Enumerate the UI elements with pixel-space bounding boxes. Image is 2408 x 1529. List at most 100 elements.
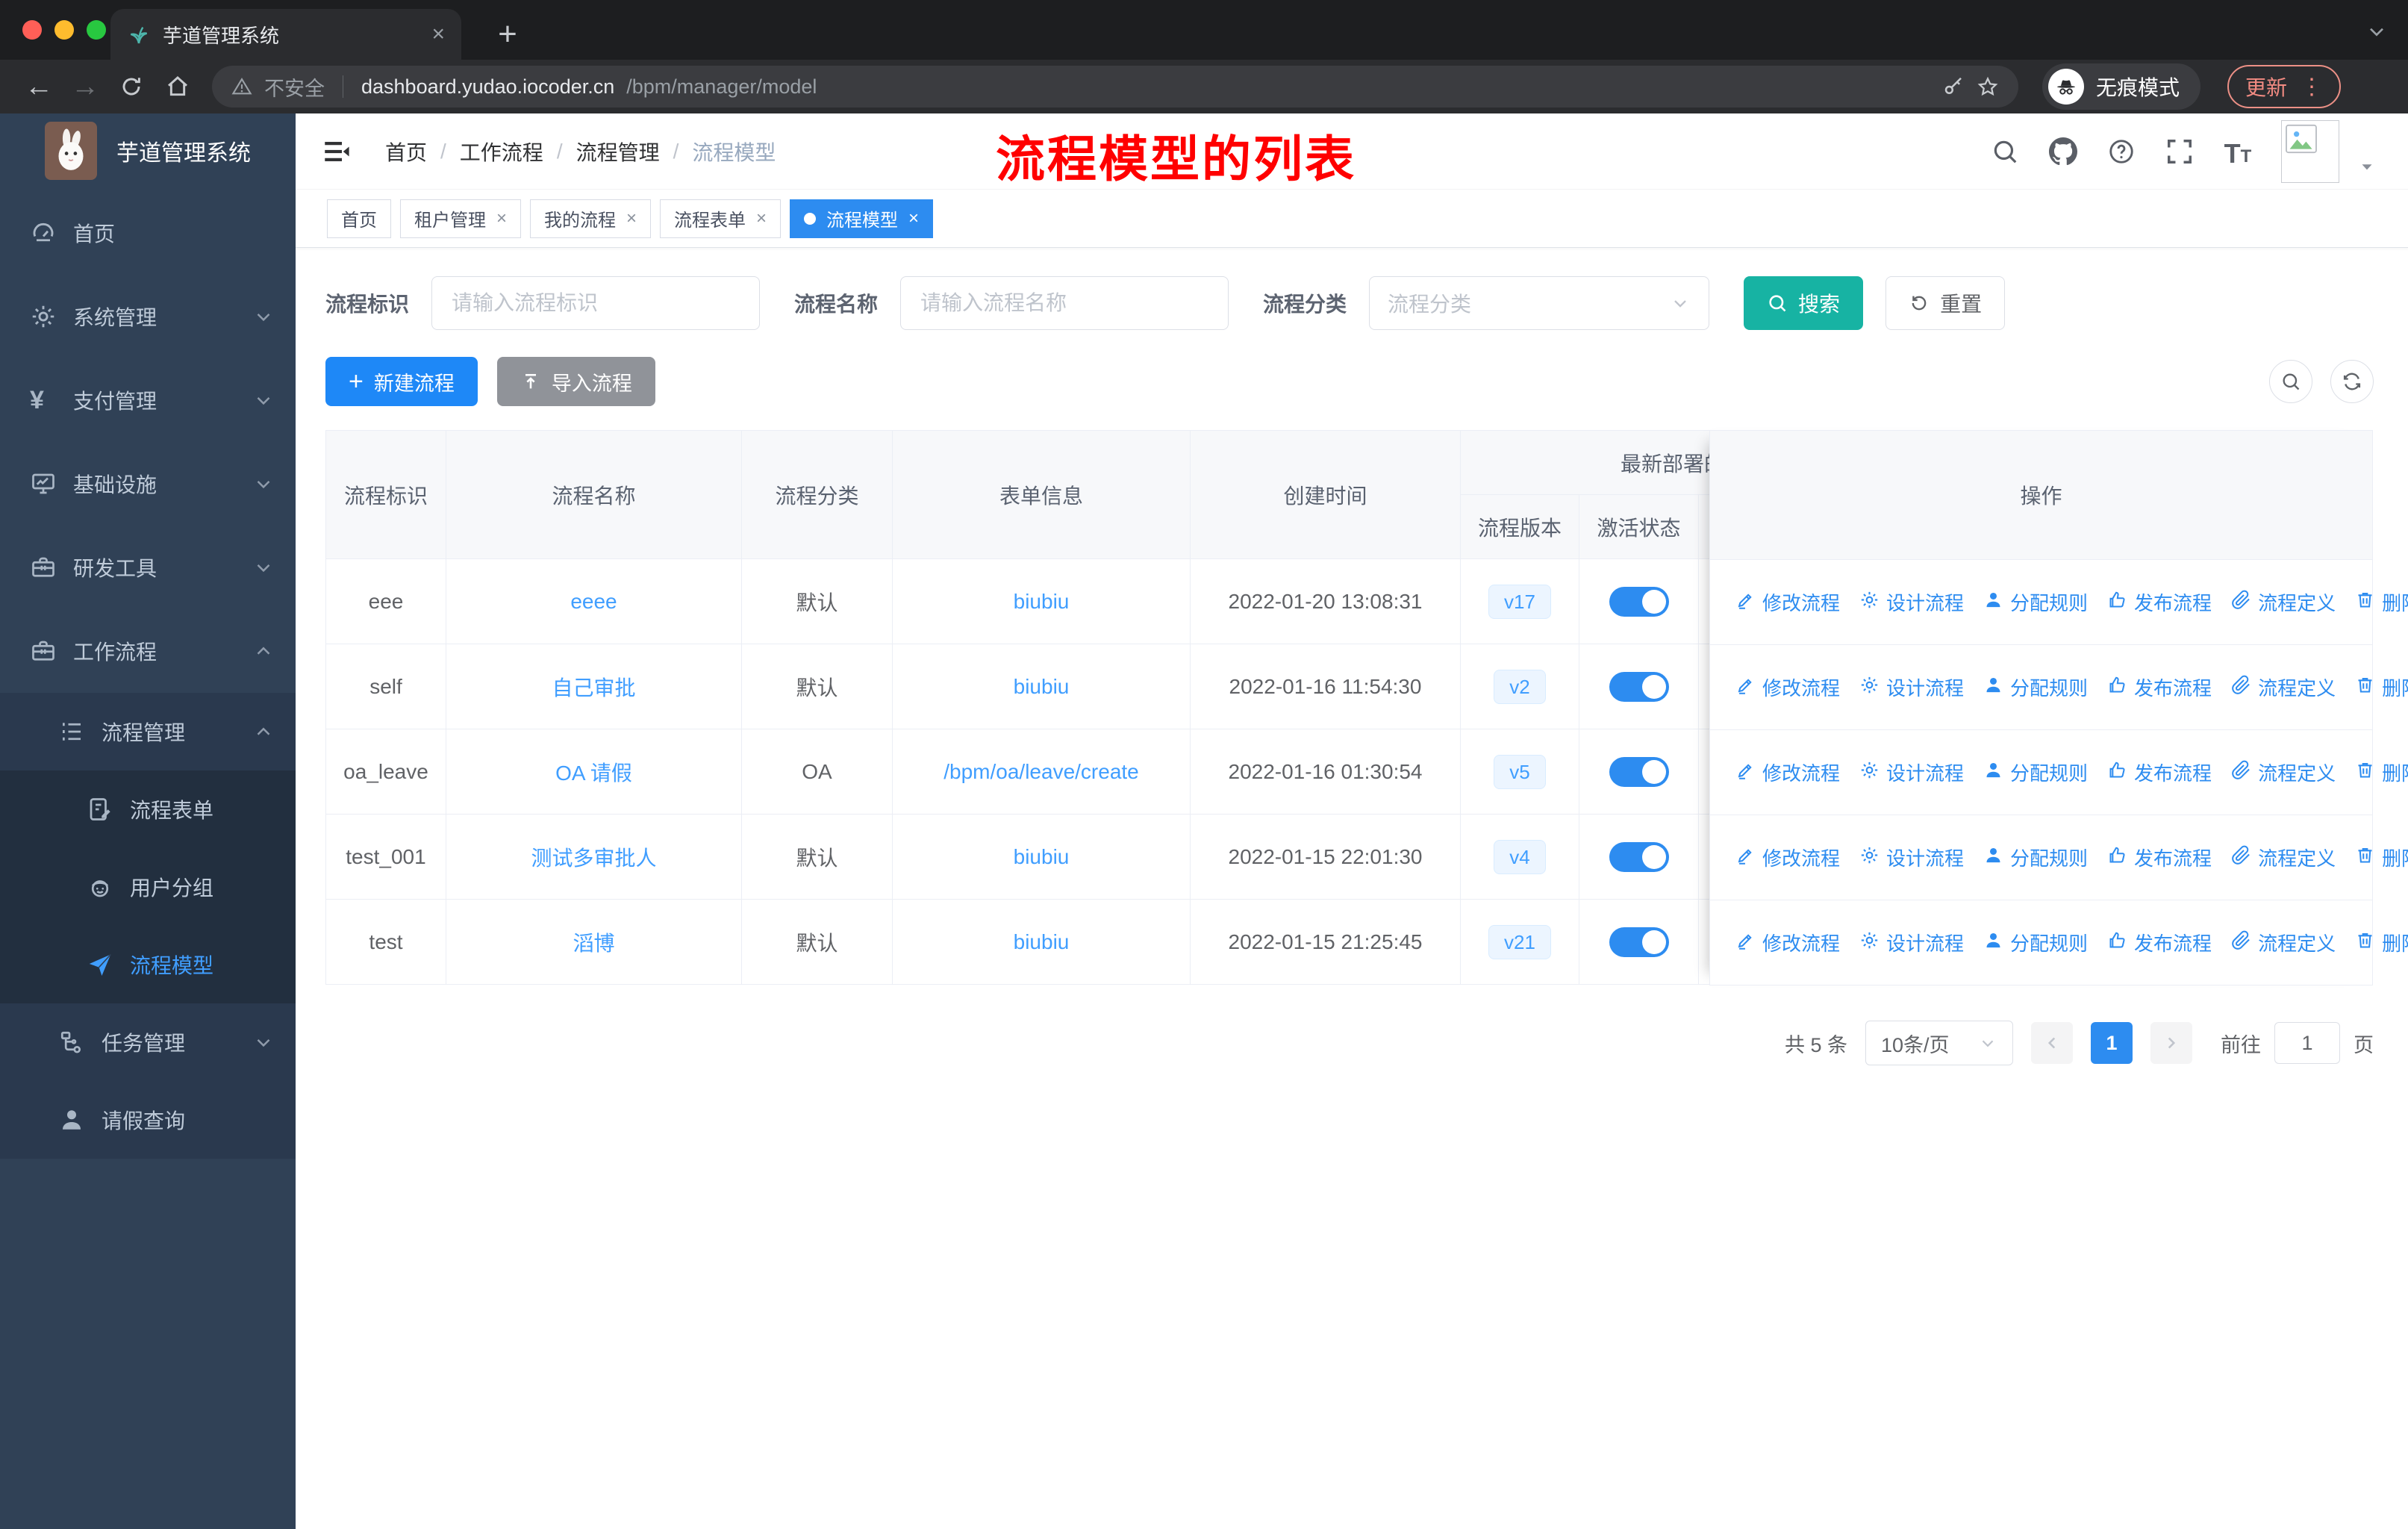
maximize-window-button[interactable] bbox=[87, 20, 106, 40]
form-info-link[interactable]: biubiu bbox=[1014, 675, 1070, 698]
sidebar-item-user-group[interactable]: 用户分组 bbox=[0, 848, 296, 926]
process-name-link[interactable]: 自己审批 bbox=[552, 676, 635, 700]
design-process-link[interactable]: 设计流程 bbox=[1859, 588, 1964, 616]
assign-rule-link[interactable]: 分配规则 bbox=[1983, 929, 2088, 956]
process-definition-link[interactable]: 流程定义 bbox=[2231, 844, 2336, 871]
process-name-link[interactable]: OA 请假 bbox=[555, 762, 632, 785]
delete-link[interactable]: 删除 bbox=[2355, 844, 2408, 871]
close-window-button[interactable] bbox=[22, 20, 42, 40]
sidebar-item-process-form[interactable]: 流程表单 bbox=[0, 770, 296, 848]
design-process-link[interactable]: 设计流程 bbox=[1859, 844, 1964, 871]
breadcrumb-item[interactable]: 工作流程 bbox=[460, 137, 543, 166]
assign-rule-link[interactable]: 分配规则 bbox=[1983, 588, 2088, 616]
home-button[interactable] bbox=[158, 67, 197, 106]
process-definition-link[interactable]: 流程定义 bbox=[2231, 673, 2336, 701]
sidebar-item-task-management[interactable]: 任务管理 bbox=[0, 1003, 296, 1081]
status-toggle[interactable] bbox=[1609, 841, 1669, 872]
process-name-link[interactable]: 测试多审批人 bbox=[531, 847, 656, 870]
process-name-link[interactable]: 滔博 bbox=[573, 932, 614, 955]
forward-button[interactable]: → bbox=[66, 67, 105, 106]
reload-button[interactable] bbox=[112, 67, 151, 106]
sidebar-item-infrastructure[interactable]: 基础设施 bbox=[0, 442, 296, 526]
tag-process-model[interactable]: 流程模型 × bbox=[790, 199, 934, 238]
back-button[interactable]: ← bbox=[19, 67, 58, 106]
process-category-select[interactable]: 流程分类 bbox=[1369, 276, 1710, 330]
process-key-input[interactable] bbox=[431, 276, 761, 330]
publish-process-link[interactable]: 发布流程 bbox=[2107, 588, 2212, 616]
status-toggle[interactable] bbox=[1609, 756, 1669, 787]
goto-page-input[interactable] bbox=[2274, 1022, 2340, 1064]
assign-rule-link[interactable]: 分配规则 bbox=[1983, 844, 2088, 871]
delete-link[interactable]: 删除 bbox=[2355, 588, 2408, 616]
status-toggle[interactable] bbox=[1609, 586, 1669, 617]
browser-update-button[interactable]: 更新 ⋮ bbox=[2227, 65, 2342, 108]
close-tag-icon[interactable]: × bbox=[908, 208, 919, 229]
delete-link[interactable]: 删除 bbox=[2355, 673, 2408, 701]
design-process-link[interactable]: 设计流程 bbox=[1859, 759, 1964, 786]
status-toggle[interactable] bbox=[1609, 671, 1669, 702]
assign-rule-link[interactable]: 分配规则 bbox=[1983, 673, 2088, 701]
search-icon[interactable] bbox=[1990, 137, 2020, 166]
import-process-button[interactable]: 导入流程 bbox=[496, 357, 655, 406]
edit-process-link[interactable]: 修改流程 bbox=[1735, 759, 1840, 786]
publish-process-link[interactable]: 发布流程 bbox=[2107, 673, 2212, 701]
sidebar-item-workflow[interactable]: 工作流程 bbox=[0, 609, 296, 693]
publish-process-link[interactable]: 发布流程 bbox=[2107, 844, 2212, 871]
page-size-select[interactable]: 10条/页 bbox=[1865, 1021, 2013, 1065]
page-number-button[interactable]: 1 bbox=[2091, 1022, 2133, 1064]
bookmark-star-icon[interactable] bbox=[1977, 75, 1999, 98]
form-info-link[interactable]: biubiu bbox=[1014, 930, 1070, 953]
sidebar-item-leave-query[interactable]: 请假查询 bbox=[0, 1081, 296, 1159]
process-name-link[interactable]: eeee bbox=[570, 590, 617, 613]
browser-menu-dots-icon[interactable]: ⋮ bbox=[2301, 74, 2323, 100]
tab-search-chevron-icon[interactable] bbox=[2365, 19, 2389, 43]
publish-process-link[interactable]: 发布流程 bbox=[2107, 759, 2212, 786]
breadcrumb-item[interactable]: 首页 bbox=[385, 137, 427, 166]
app-logo[interactable]: 芋道管理系统 bbox=[0, 113, 296, 188]
reset-button[interactable]: 重置 bbox=[1885, 276, 2006, 330]
sidebar-item-home[interactable]: 首页 bbox=[0, 191, 296, 275]
sidebar-item-payment-management[interactable]: ¥ 支付管理 bbox=[0, 358, 296, 442]
form-info-link[interactable]: /bpm/oa/leave/create bbox=[943, 760, 1139, 783]
browser-tab[interactable]: 芋道管理系统 × bbox=[110, 9, 461, 60]
edit-process-link[interactable]: 修改流程 bbox=[1735, 588, 1840, 616]
form-info-link[interactable]: biubiu bbox=[1014, 845, 1070, 868]
create-process-button[interactable]: + 新建流程 bbox=[325, 357, 478, 406]
close-tab-icon[interactable]: × bbox=[431, 22, 445, 47]
edit-process-link[interactable]: 修改流程 bbox=[1735, 673, 1840, 701]
sidebar-item-system-management[interactable]: 系统管理 bbox=[0, 275, 296, 358]
tag-home[interactable]: 首页 bbox=[327, 199, 391, 238]
minimize-window-button[interactable] bbox=[54, 20, 74, 40]
process-name-input[interactable] bbox=[900, 276, 1229, 330]
address-bar[interactable]: 不安全 dashboard.yudao.iocoder.cn/bpm/manag… bbox=[212, 66, 2018, 108]
breadcrumb-item[interactable]: 流程管理 bbox=[576, 137, 660, 166]
close-tag-icon[interactable]: × bbox=[626, 208, 637, 229]
sidebar-item-process-model[interactable]: 流程模型 bbox=[0, 926, 296, 1003]
password-key-icon[interactable] bbox=[1942, 75, 1965, 98]
publish-process-link[interactable]: 发布流程 bbox=[2107, 929, 2212, 956]
edit-process-link[interactable]: 修改流程 bbox=[1735, 929, 1840, 956]
status-toggle[interactable] bbox=[1609, 927, 1669, 957]
design-process-link[interactable]: 设计流程 bbox=[1859, 929, 1964, 956]
close-tag-icon[interactable]: × bbox=[756, 208, 767, 229]
sidebar-item-dev-tools[interactable]: 研发工具 bbox=[0, 526, 296, 609]
edit-process-link[interactable]: 修改流程 bbox=[1735, 844, 1840, 871]
tag-process-form[interactable]: 流程表单 × bbox=[660, 199, 782, 238]
search-button[interactable]: 搜索 bbox=[1744, 276, 1864, 330]
close-tag-icon[interactable]: × bbox=[496, 208, 507, 229]
assign-rule-link[interactable]: 分配规则 bbox=[1983, 759, 2088, 786]
fullscreen-icon[interactable] bbox=[2165, 137, 2195, 166]
prev-page-button[interactable] bbox=[2031, 1022, 2073, 1064]
tag-tenant-management[interactable]: 租户管理 × bbox=[400, 199, 522, 238]
delete-link[interactable]: 删除 bbox=[2355, 759, 2408, 786]
help-icon[interactable] bbox=[2106, 137, 2136, 166]
delete-link[interactable]: 删除 bbox=[2355, 929, 2408, 956]
new-tab-button[interactable]: + bbox=[487, 13, 528, 55]
sidebar-item-process-management[interactable]: 流程管理 bbox=[0, 693, 296, 770]
tag-my-process[interactable]: 我的流程 × bbox=[530, 199, 652, 238]
avatar-caret-down-icon[interactable] bbox=[2357, 157, 2377, 176]
github-icon[interactable] bbox=[2048, 137, 2078, 166]
process-definition-link[interactable]: 流程定义 bbox=[2231, 929, 2336, 956]
user-avatar[interactable] bbox=[2281, 119, 2339, 183]
font-size-icon[interactable]: TT bbox=[2223, 137, 2253, 166]
